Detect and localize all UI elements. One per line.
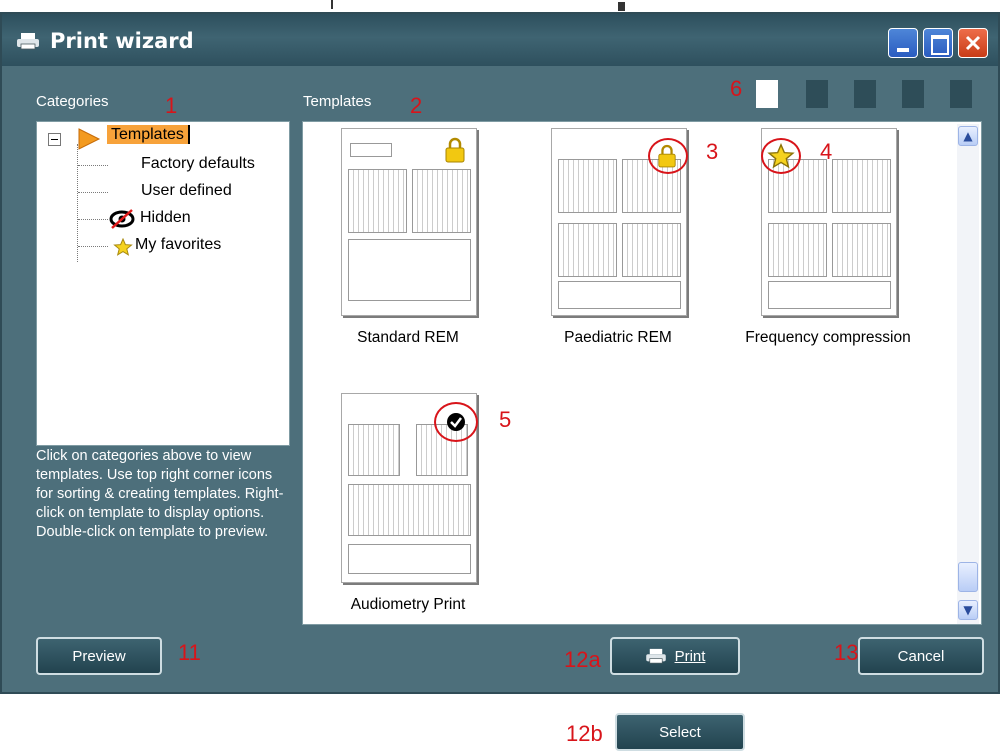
tree-item-hidden[interactable]: Hidden xyxy=(140,209,191,227)
arrow-icon xyxy=(78,128,101,150)
template-thumbnail-standard-rem[interactable] xyxy=(341,128,477,316)
thumb-chart-3 xyxy=(348,484,471,536)
templates-label: Templates xyxy=(303,93,372,110)
chevron-up-icon: ▲ xyxy=(963,129,973,143)
sort-icon-2[interactable] xyxy=(854,80,876,108)
thumb-box xyxy=(768,281,891,309)
template-label-paediatric-rem[interactable]: Paediatric REM xyxy=(521,329,715,347)
new-template-icon[interactable] xyxy=(756,80,778,108)
callout-3: 3 xyxy=(706,139,719,164)
tree-item-my-favorites[interactable]: My favorites xyxy=(135,236,221,254)
tree-line-h1 xyxy=(78,165,108,166)
tree-item-templates[interactable]: Templates xyxy=(107,125,190,144)
close-button[interactable] xyxy=(958,28,988,58)
thumb-chart-2 xyxy=(412,169,471,233)
thumb-chart-1 xyxy=(348,424,400,476)
printer-icon xyxy=(645,648,666,664)
callout-5: 5 xyxy=(499,407,512,432)
tree-line-vertical xyxy=(77,144,78,262)
scroll-thumb[interactable] xyxy=(958,562,978,592)
maximize-icon xyxy=(931,35,949,55)
thumb-chart-1 xyxy=(348,169,407,233)
preview-button-label: Preview xyxy=(72,647,126,665)
template-label-frequency-compression[interactable]: Frequency compression xyxy=(723,329,933,347)
tree-item-templates-label: Templates xyxy=(107,125,190,144)
cursor-mark-right xyxy=(618,2,625,11)
sort-icon-1[interactable] xyxy=(806,80,828,108)
cancel-button[interactable]: Cancel xyxy=(858,637,984,675)
sort-icon-3[interactable] xyxy=(902,80,924,108)
star-icon xyxy=(767,143,795,169)
thumb-chart-3 xyxy=(558,223,617,277)
scroll-up-button[interactable]: ▲ xyxy=(958,126,978,146)
callout-6: 6 xyxy=(730,76,743,101)
lock-icon xyxy=(445,137,465,163)
minimize-button[interactable] xyxy=(888,28,918,58)
callout-12b: 12b xyxy=(566,721,603,746)
callout-1: 1 xyxy=(165,93,178,118)
star-icon xyxy=(113,238,133,256)
tree-line-h4 xyxy=(78,246,108,247)
close-icon xyxy=(965,35,981,51)
title-bar: Print wizard xyxy=(2,14,998,66)
thumb-chart-2 xyxy=(832,159,891,213)
template-label-audiometry-print[interactable]: Audiometry Print xyxy=(311,596,505,614)
tree-item-factory-defaults[interactable]: Factory defaults xyxy=(141,155,255,173)
callout-13: 13 xyxy=(834,640,859,665)
cancel-button-label: Cancel xyxy=(897,647,945,665)
thumb-chart-4 xyxy=(832,223,891,277)
collapse-toggle[interactable] xyxy=(48,133,61,146)
thumb-chart-1 xyxy=(558,159,617,213)
hidden-eye-icon xyxy=(109,209,135,229)
thumb-box xyxy=(348,544,471,574)
cursor-mark-left xyxy=(331,0,333,9)
templates-scrollbar[interactable]: ▲ ▼ xyxy=(957,124,979,624)
help-text: Click on categories above to view templa… xyxy=(36,448,284,540)
chevron-down-icon: ▼ xyxy=(963,603,973,617)
print-button[interactable]: Print xyxy=(610,637,740,675)
template-label-standard-rem[interactable]: Standard REM xyxy=(311,329,505,347)
thumb-header xyxy=(350,143,392,157)
callout-12a: 12a xyxy=(564,647,601,672)
tree-line-h3 xyxy=(78,219,108,220)
callout-4: 4 xyxy=(820,139,833,164)
tree-item-user-defined[interactable]: User defined xyxy=(141,182,232,200)
printer-icon xyxy=(17,33,39,50)
thumb-chart-4 xyxy=(622,223,681,277)
categories-tree: Templates Factory defaults User defined … xyxy=(36,121,290,446)
select-button[interactable]: Select xyxy=(615,713,745,751)
print-wizard-window: Print wizard Categories 1 Templates Fact… xyxy=(0,12,1000,694)
print-button-label: Print xyxy=(674,647,706,665)
select-button-label: Select xyxy=(659,723,701,741)
preview-button[interactable]: Preview xyxy=(36,637,162,675)
callout-2: 2 xyxy=(410,93,423,118)
categories-label: Categories xyxy=(36,93,109,110)
minus-icon xyxy=(51,139,58,140)
scroll-down-button[interactable]: ▼ xyxy=(958,600,978,620)
lock-icon xyxy=(658,144,676,168)
maximize-button[interactable] xyxy=(923,28,953,58)
templates-panel: Standard REM Paediatric REM 3 Frequency … xyxy=(302,121,982,625)
thumb-box xyxy=(348,239,471,301)
sort-icon-4[interactable] xyxy=(950,80,972,108)
check-icon xyxy=(447,413,465,431)
window-title: Print wizard xyxy=(50,29,194,53)
thumb-box xyxy=(558,281,681,309)
thumb-chart-3 xyxy=(768,223,827,277)
minimize-icon xyxy=(897,48,909,52)
tree-line-h2 xyxy=(78,192,108,193)
callout-11: 11 xyxy=(178,640,201,665)
